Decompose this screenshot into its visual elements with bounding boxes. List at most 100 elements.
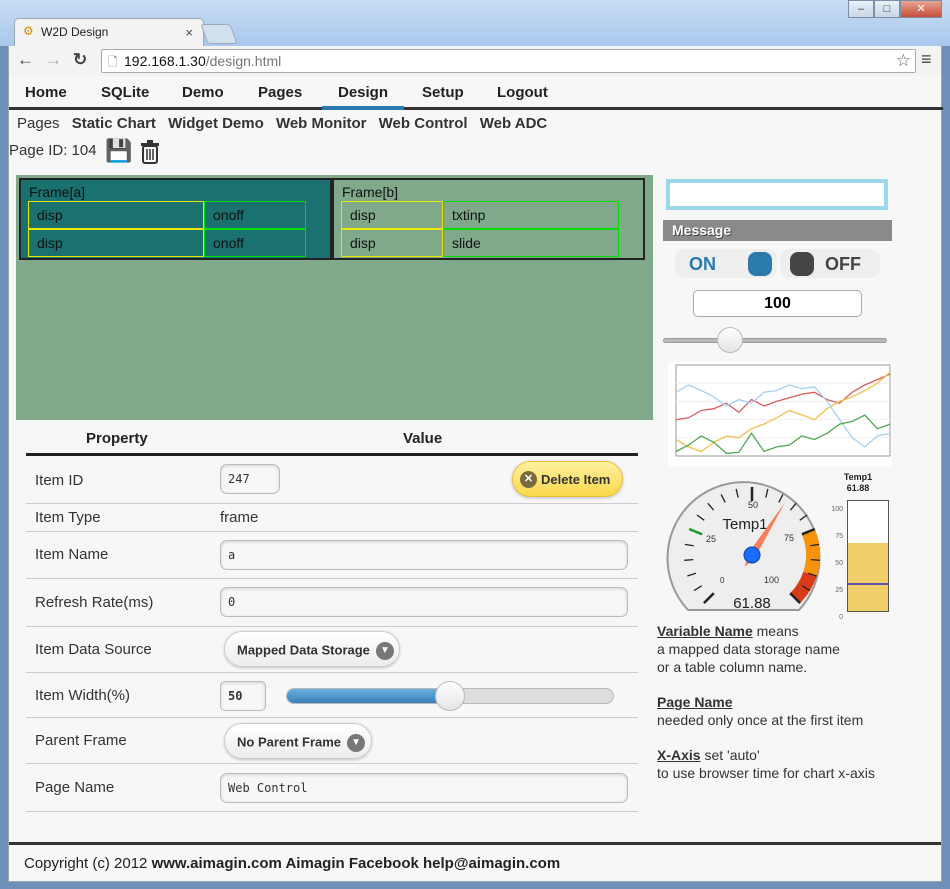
new-tab-button[interactable] bbox=[200, 24, 238, 44]
address-bar[interactable]: 🗋 192.168.1.30/design.html ☆ bbox=[101, 49, 916, 73]
chevron-down-icon: ▼ bbox=[347, 734, 366, 752]
design-canvas[interactable]: Frame[a] disp onoff disp onoff Frame[b] … bbox=[16, 175, 653, 420]
footer-links[interactable]: www.aimagin.com Aimagin Facebook help@ai… bbox=[152, 855, 561, 872]
row-item-id: Item ID 247 ✕ Delete Item bbox=[26, 458, 638, 504]
number-input[interactable]: 100 bbox=[693, 290, 862, 317]
forward-icon[interactable]: → bbox=[45, 50, 62, 70]
nav-design[interactable]: Design bbox=[322, 84, 404, 110]
item-name-input[interactable]: a bbox=[220, 540, 628, 570]
bar-axis: 100 75 50 25 0 bbox=[829, 496, 843, 631]
bar-title: Temp1 bbox=[843, 472, 873, 482]
close-window-button[interactable]: ✕ bbox=[900, 0, 942, 18]
favicon-icon: ⚙ bbox=[23, 24, 34, 38]
help-text: to use browser time for chart x-axis bbox=[657, 765, 875, 781]
page-icon: 🗋 bbox=[108, 55, 118, 69]
back-icon[interactable]: ← bbox=[17, 50, 34, 70]
item-id-input[interactable]: 247 bbox=[220, 464, 280, 494]
browser-tab[interactable]: ⚙ W2D Design × bbox=[14, 18, 204, 46]
help-title: Variable Name bbox=[657, 623, 753, 639]
subnav-widget-demo[interactable]: Widget Demo bbox=[168, 115, 264, 132]
bookmark-star-icon[interactable]: ☆ bbox=[896, 51, 911, 71]
item-slide[interactable]: slide bbox=[443, 229, 619, 257]
bar-gauge bbox=[847, 500, 889, 612]
delete-item-button[interactable]: ✕ Delete Item bbox=[512, 461, 623, 497]
select-value: No Parent Frame bbox=[237, 734, 342, 750]
gauge-tick bbox=[810, 558, 820, 561]
off-button[interactable]: OFF bbox=[780, 249, 880, 278]
item-disp[interactable]: disp bbox=[341, 201, 443, 229]
parent-frame-select[interactable]: No Parent Frame ▼ bbox=[224, 723, 372, 759]
off-label: OFF bbox=[825, 254, 861, 274]
nav-home[interactable]: Home bbox=[25, 84, 67, 101]
item-onoff[interactable]: onoff bbox=[204, 229, 306, 257]
label: Refresh Rate(ms) bbox=[35, 594, 154, 611]
subnav-static-chart[interactable]: Static Chart bbox=[72, 115, 156, 132]
frame-title: Frame[a] bbox=[29, 184, 86, 200]
row-page-name: Page Name Web Control bbox=[26, 764, 638, 812]
subnav-web-monitor[interactable]: Web Monitor bbox=[276, 115, 367, 132]
property-table-header: Property Value bbox=[26, 430, 638, 456]
data-source-select[interactable]: Mapped Data Storage ▼ bbox=[224, 631, 400, 667]
on-button[interactable]: ON bbox=[675, 249, 777, 278]
message-bar: Message bbox=[663, 220, 892, 241]
item-disp[interactable]: disp bbox=[28, 201, 204, 229]
nav-logout[interactable]: Logout bbox=[497, 84, 548, 101]
gauge: Temp1 0 25 50 75 100 61.88 bbox=[666, 481, 821, 612]
delete-icon: ✕ bbox=[520, 471, 537, 488]
item-onoff[interactable]: onoff bbox=[204, 201, 306, 229]
bar-marker bbox=[848, 582, 888, 585]
maximize-button[interactable]: □ bbox=[874, 0, 900, 18]
subnav-web-control[interactable]: Web Control bbox=[379, 115, 468, 132]
on-label: ON bbox=[689, 254, 716, 274]
slider-handle[interactable] bbox=[435, 681, 465, 711]
chart-background bbox=[668, 362, 892, 466]
label: Parent Frame bbox=[35, 732, 127, 749]
label: Item Width(%) bbox=[35, 687, 131, 704]
gauge-value: 61.88 bbox=[733, 595, 771, 612]
label: Item Data Source bbox=[35, 641, 152, 658]
browser-toolbar: ← → ↻ 🗋 192.168.1.30/design.html ☆ ≡ bbox=[8, 46, 942, 76]
minimize-button[interactable]: – bbox=[848, 0, 874, 18]
text-display[interactable] bbox=[666, 179, 888, 210]
label: Item Name bbox=[35, 546, 109, 563]
close-tab-icon[interactable]: × bbox=[185, 25, 193, 40]
main-nav: Home SQLite Demo Pages Design Setup Logo… bbox=[9, 80, 943, 110]
item-disp[interactable]: disp bbox=[28, 229, 204, 257]
item-width-input[interactable]: 50 bbox=[220, 681, 266, 711]
menu-icon[interactable]: ≡ bbox=[921, 49, 932, 70]
item-txtinp[interactable]: txtinp bbox=[443, 201, 619, 229]
bar-fill bbox=[848, 542, 888, 611]
frame-a[interactable]: Frame[a] disp onoff disp onoff bbox=[19, 178, 332, 260]
gauge-tick-label: 25 bbox=[706, 534, 716, 544]
help-text: needed only once at the first item bbox=[657, 712, 864, 728]
value-slider[interactable] bbox=[663, 338, 887, 343]
reload-icon[interactable]: ↻ bbox=[73, 50, 87, 70]
nav-demo[interactable]: Demo bbox=[182, 84, 224, 101]
label: Page Name bbox=[35, 779, 115, 796]
sub-nav: Pages Static Chart Widget Demo Web Monit… bbox=[9, 115, 547, 132]
page-name-input[interactable]: Web Control bbox=[220, 773, 628, 803]
page: Home SQLite Demo Pages Design Setup Logo… bbox=[8, 76, 943, 882]
delete-label: Delete Item bbox=[541, 472, 611, 487]
row-item-type: Item Type frame bbox=[26, 504, 638, 532]
save-icon[interactable]: 💾 bbox=[105, 138, 132, 164]
label: Item Type bbox=[35, 509, 101, 526]
refresh-rate-input[interactable]: 0 bbox=[220, 587, 628, 617]
header-value: Value bbox=[403, 430, 443, 447]
value-slider-handle[interactable] bbox=[717, 327, 744, 353]
item-disp[interactable]: disp bbox=[341, 229, 443, 257]
help-text: set 'auto' bbox=[700, 747, 760, 763]
select-value: Mapped Data Storage bbox=[237, 642, 370, 658]
row-parent-frame: Parent Frame No Parent Frame ▼ bbox=[26, 718, 638, 764]
frame-b[interactable]: Frame[b] disp txtinp disp slide bbox=[332, 178, 645, 260]
help-text: a mapped data storage name bbox=[657, 641, 840, 657]
gauge-tick-label: 0 bbox=[720, 576, 725, 585]
nav-pages[interactable]: Pages bbox=[258, 84, 302, 101]
subnav-web-adc[interactable]: Web ADC bbox=[480, 115, 548, 132]
label: Item ID bbox=[35, 472, 84, 489]
header-property: Property bbox=[86, 430, 148, 447]
url-path: /design.html bbox=[205, 53, 282, 69]
trash-icon[interactable] bbox=[140, 140, 160, 164]
nav-sqlite[interactable]: SQLite bbox=[101, 84, 149, 101]
nav-setup[interactable]: Setup bbox=[422, 84, 464, 101]
